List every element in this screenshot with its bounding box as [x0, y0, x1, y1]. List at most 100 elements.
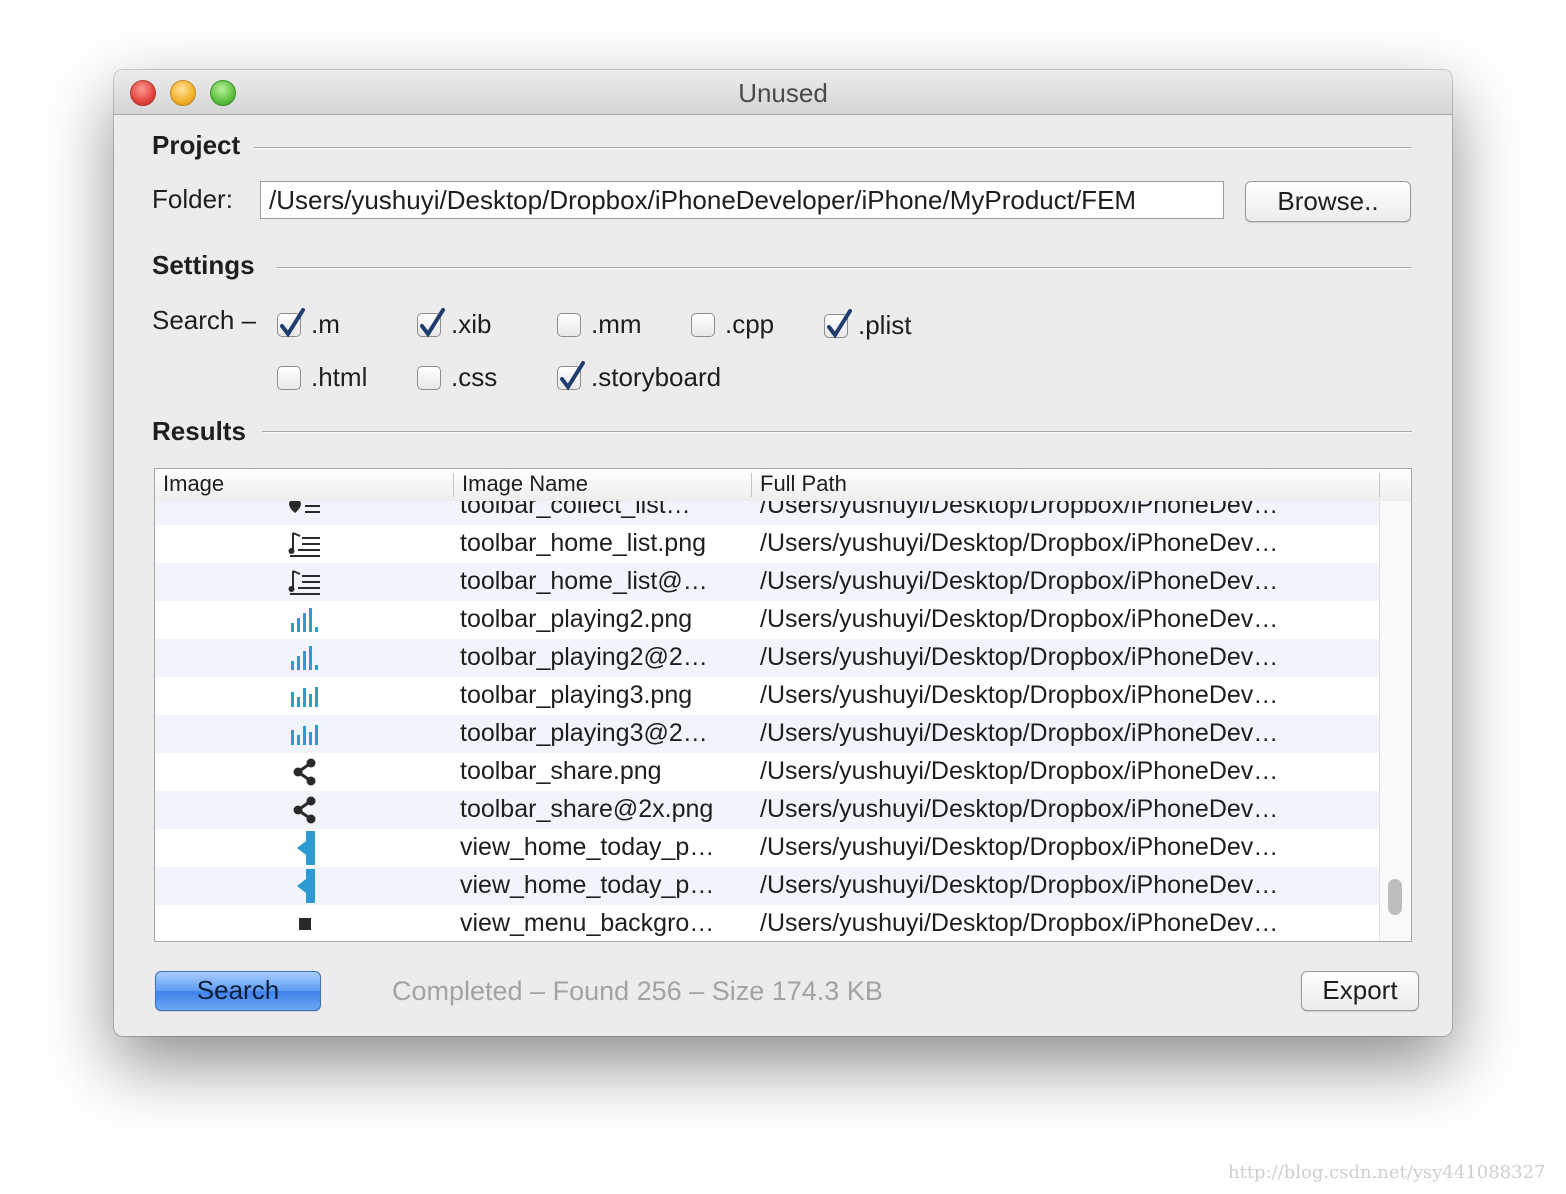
- image-name-cell: toolbar_playing3.png: [460, 681, 693, 709]
- image-name-cell: view_home_today_p…: [460, 871, 715, 899]
- checkbox-ext-cpp-box[interactable]: [691, 312, 715, 337]
- image-name-cell: toolbar_home_list.png: [460, 529, 706, 557]
- checkbox-ext-plist[interactable]: .plist: [824, 308, 912, 341]
- full-path-cell: /Users/yushuyi/Desktop/Dropbox/iPhoneDev…: [760, 681, 1279, 709]
- table-row[interactable]: toolbar_share.png /Users/yushuyi/Desktop…: [155, 753, 1379, 791]
- image-name-cell: view_menu_backgro…: [460, 909, 715, 937]
- checkbox-ext-html[interactable]: .html: [277, 362, 367, 393]
- table-row[interactable]: toolbar_playing2.png /Users/yushuyi/Desk…: [155, 601, 1379, 639]
- scrollbar-thumb[interactable]: [1388, 879, 1402, 915]
- watermark-text: http://blog.csdn.net/ysy441088327: [1228, 1162, 1546, 1183]
- checkbox-ext-xib-label: .xib: [451, 309, 492, 339]
- results-section-divider: [262, 431, 1412, 433]
- checkbox-ext-mm-box[interactable]: [557, 312, 581, 337]
- checkbox-ext-mm[interactable]: .mm: [557, 309, 642, 340]
- share-icon: [285, 795, 325, 825]
- checkbox-ext-cpp-label: .cpp: [725, 309, 775, 339]
- full-path-cell: /Users/yushuyi/Desktop/Dropbox/iPhoneDev…: [760, 757, 1279, 785]
- table-row[interactable]: toolbar_share@2x.png /Users/yushuyi/Desk…: [155, 791, 1379, 829]
- checkbox-ext-storyboard-label: .storyboard: [591, 362, 722, 392]
- checkbox-ext-html-label: .html: [311, 362, 368, 392]
- checkbox-ext-storyboard-box[interactable]: [557, 360, 585, 391]
- table-row[interactable]: toolbar_playing3.png /Users/yushuyi/Desk…: [155, 677, 1379, 715]
- table-row[interactable]: view_menu_backgro… /Users/yushuyi/Deskto…: [155, 905, 1379, 941]
- full-path-cell: /Users/yushuyi/Desktop/Dropbox/iPhoneDev…: [760, 501, 1279, 519]
- column-header-full-path[interactable]: Full Path: [760, 471, 847, 497]
- table-row[interactable]: toolbar_playing2@2… /Users/yushuyi/Deskt…: [155, 639, 1379, 677]
- image-name-cell: toolbar_share.png: [460, 757, 662, 785]
- checkbox-ext-m-label: .m: [311, 309, 340, 339]
- table-row[interactable]: view_home_today_p… /Users/yushuyi/Deskto…: [155, 867, 1379, 905]
- checkmark-icon: [560, 360, 585, 391]
- title-bar[interactable]: Unused: [114, 70, 1452, 115]
- search-button[interactable]: Search: [155, 971, 321, 1011]
- equalizer-icon: [285, 643, 325, 673]
- column-separator[interactable]: [751, 473, 752, 497]
- project-section-divider: [254, 147, 1412, 149]
- checkmark-icon: [827, 308, 852, 339]
- checkbox-ext-css-label: .css: [451, 362, 498, 392]
- checkbox-ext-css[interactable]: .css: [417, 362, 497, 393]
- checkbox-ext-xib-box[interactable]: [417, 307, 445, 338]
- checkmark-icon: [280, 307, 305, 338]
- folder-label: Folder:: [152, 184, 233, 214]
- table-row[interactable]: toolbar_playing3@2… /Users/yushuyi/Deskt…: [155, 715, 1379, 753]
- image-name-cell: view_home_today_p…: [460, 833, 715, 861]
- equalizer-alt-icon: [285, 681, 325, 711]
- table-body: toolbar_collect_list… /Users/yushuyi/Des…: [155, 501, 1379, 941]
- full-path-cell: /Users/yushuyi/Desktop/Dropbox/iPhoneDev…: [760, 605, 1279, 633]
- full-path-cell: /Users/yushuyi/Desktop/Dropbox/iPhoneDev…: [760, 909, 1279, 937]
- image-name-cell: toolbar_playing2.png: [460, 605, 693, 633]
- column-header-image-name[interactable]: Image Name: [462, 471, 588, 497]
- app-window: Unused Project Folder: /Users/yushuyi/De…: [114, 70, 1452, 1036]
- music-list-icon: [285, 567, 325, 597]
- equalizer-alt-icon: [285, 719, 325, 749]
- settings-section-label: Settings: [152, 250, 255, 280]
- image-name-cell: toolbar_playing2@2…: [460, 643, 708, 671]
- equalizer-icon: [285, 605, 325, 635]
- blue-tab-icon: [285, 869, 325, 903]
- column-separator: [1379, 473, 1380, 497]
- window-title: Unused: [738, 78, 828, 108]
- browse-button[interactable]: Browse..: [1245, 181, 1411, 222]
- folder-path-input[interactable]: /Users/yushuyi/Desktop/Dropbox/iPhoneDev…: [260, 181, 1224, 219]
- blue-tab-icon: [285, 831, 325, 865]
- checkbox-ext-m[interactable]: .m: [277, 307, 340, 340]
- full-path-cell: /Users/yushuyi/Desktop/Dropbox/iPhoneDev…: [760, 833, 1279, 861]
- table-row[interactable]: toolbar_home_list@… /Users/yushuyi/Deskt…: [155, 563, 1379, 601]
- image-name-cell: toolbar_home_list@…: [460, 567, 708, 595]
- full-path-cell: /Users/yushuyi/Desktop/Dropbox/iPhoneDev…: [760, 529, 1279, 557]
- checkbox-ext-mm-label: .mm: [591, 309, 642, 339]
- share-icon: [285, 757, 325, 787]
- vertical-scrollbar[interactable]: [1379, 501, 1411, 941]
- results-section-label: Results: [152, 416, 246, 446]
- status-text: Completed – Found 256 – Size 174.3 KB: [392, 976, 883, 1006]
- column-header-image[interactable]: Image: [163, 471, 224, 497]
- checkbox-ext-plist-label: .plist: [858, 310, 912, 340]
- checkbox-ext-cpp[interactable]: .cpp: [691, 309, 774, 340]
- table-row[interactable]: toolbar_collect_list… /Users/yushuyi/Des…: [155, 501, 1379, 525]
- image-name-cell: toolbar_collect_list…: [460, 501, 691, 519]
- results-table[interactable]: Image Image Name Full Path toolbar_colle…: [154, 468, 1412, 942]
- checkmark-icon: [420, 307, 445, 338]
- checkbox-ext-m-box[interactable]: [277, 307, 305, 338]
- full-path-cell: /Users/yushuyi/Desktop/Dropbox/iPhoneDev…: [760, 871, 1279, 899]
- settings-section-divider: [276, 267, 1412, 269]
- checkbox-ext-storyboard[interactable]: .storyboard: [557, 360, 722, 393]
- image-name-cell: toolbar_share@2x.png: [460, 795, 714, 823]
- checkbox-ext-xib[interactable]: .xib: [417, 307, 492, 340]
- export-button[interactable]: Export: [1301, 971, 1419, 1011]
- music-list-icon: [285, 529, 325, 559]
- checkbox-ext-html-box[interactable]: [277, 365, 301, 390]
- checkbox-ext-plist-box[interactable]: [824, 308, 852, 339]
- checkbox-ext-css-box[interactable]: [417, 365, 441, 390]
- table-row[interactable]: toolbar_home_list.png /Users/yushuyi/Des…: [155, 525, 1379, 563]
- full-path-cell: /Users/yushuyi/Desktop/Dropbox/iPhoneDev…: [760, 567, 1279, 595]
- table-header: Image Image Name Full Path: [155, 469, 1411, 502]
- black-square-icon: [285, 909, 325, 939]
- full-path-cell: /Users/yushuyi/Desktop/Dropbox/iPhoneDev…: [760, 643, 1279, 671]
- table-row[interactable]: view_home_today_p… /Users/yushuyi/Deskto…: [155, 829, 1379, 867]
- full-path-cell: /Users/yushuyi/Desktop/Dropbox/iPhoneDev…: [760, 795, 1279, 823]
- project-section-label: Project: [152, 130, 241, 160]
- column-separator[interactable]: [453, 473, 454, 497]
